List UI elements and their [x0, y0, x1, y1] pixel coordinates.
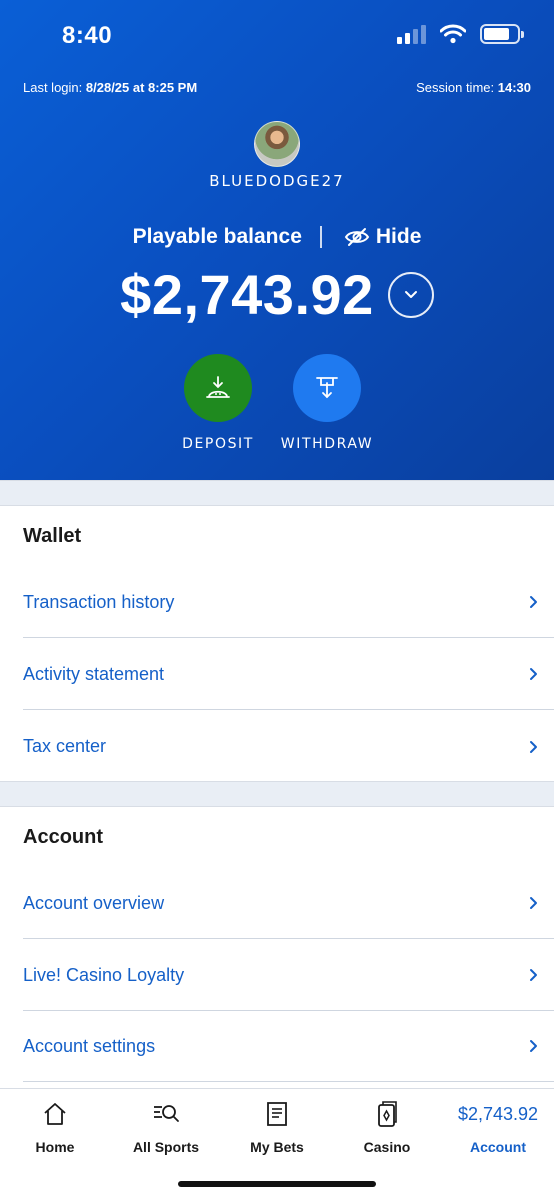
wifi-icon [440, 24, 466, 44]
tab-casino-label: Casino [363, 1139, 411, 1155]
tab-home[interactable]: Home [0, 1097, 110, 1155]
session-time-value: 14:30 [497, 80, 531, 95]
account-settings-label: Account settings [23, 1035, 156, 1056]
battery-icon [480, 24, 524, 44]
account-section-title: Account [23, 826, 103, 848]
activity-statement-label: Activity statement [23, 663, 165, 684]
hide-label: Hide [375, 225, 422, 248]
balance-label-row: Playable balance Hide [0, 225, 554, 249]
withdraw-label: WITHDRAW [280, 436, 374, 452]
withdraw-circle[interactable] [293, 354, 361, 422]
tab-account-label: Account [470, 1139, 526, 1155]
status-icons [397, 24, 524, 44]
home-icon [42, 1097, 68, 1131]
chevron-right-icon [514, 740, 554, 754]
deposit-icon [206, 376, 230, 398]
last-login-value: 8/28/25 at 8:25 PM [85, 80, 198, 95]
playing-cards-icon [375, 1097, 399, 1131]
username: BLUEDODGE27 [209, 172, 345, 190]
search-sports-icon [152, 1097, 180, 1131]
hide-balance-button[interactable]: Hide [344, 225, 422, 249]
tab-account-balance: $2,743.92 [457, 1103, 539, 1124]
balance-expand-button[interactable] [387, 271, 434, 318]
tab-all-sports[interactable]: All Sports [111, 1097, 221, 1155]
chevron-right-icon [514, 1039, 554, 1053]
transaction-history-label: Transaction history [23, 591, 175, 612]
chevron-right-icon [514, 667, 554, 681]
last-login: Last login: 8/28/25 at 8:25 PM [23, 80, 198, 95]
balance-amount-row: $2,743.92 [0, 262, 554, 327]
bet-slip-icon [265, 1097, 289, 1131]
deposit-label: DEPOSIT [182, 436, 254, 452]
account-overview-row[interactable]: Account overview [23, 868, 554, 939]
divider [319, 226, 322, 248]
tab-all-sports-label: All Sports [132, 1139, 200, 1155]
session-time: Session time: 14:30 [416, 80, 531, 95]
tax-center-row[interactable]: Tax center [23, 711, 554, 782]
account-header: 8:40 Last login: 8/28/25 at 8:25 PM Sess… [0, 0, 554, 480]
withdraw-button[interactable]: WITHDRAW [281, 354, 372, 452]
chevron-down-icon [404, 290, 417, 298]
avatar[interactable] [254, 121, 300, 167]
section-separator [0, 480, 554, 506]
chevron-right-icon [514, 595, 554, 609]
casino-loyalty-row[interactable]: Live! Casino Loyalty [23, 940, 554, 1011]
tab-my-bets-label: My Bets [250, 1139, 304, 1155]
balance-amount: $2,743.92 [120, 263, 374, 326]
tab-account[interactable]: $2,743.92 Account [443, 1097, 553, 1156]
tab-home-label: Home [35, 1139, 75, 1155]
status-time: 8:40 [62, 22, 113, 49]
activity-statement-row[interactable]: Activity statement [23, 639, 554, 710]
eye-off-icon [344, 228, 370, 246]
chevron-right-icon [514, 896, 554, 910]
deposit-button[interactable]: DEPOSIT [182, 354, 254, 452]
tax-center-label: Tax center [23, 736, 107, 756]
account-overview-label: Account overview [23, 892, 165, 913]
deposit-circle[interactable] [184, 354, 252, 422]
account-settings-row[interactable]: Account settings [23, 1011, 554, 1082]
wallet-section-title: Wallet [23, 525, 82, 547]
section-separator [0, 781, 554, 807]
cellular-signal-icon [397, 24, 426, 44]
tab-casino[interactable]: Casino [332, 1097, 442, 1155]
tab-my-bets[interactable]: My Bets [222, 1097, 332, 1155]
transaction-history-row[interactable]: Transaction history [23, 567, 554, 638]
home-indicator[interactable] [178, 1181, 376, 1187]
casino-loyalty-label: Live! Casino Loyalty [23, 964, 185, 985]
balance-label: Playable balance [132, 225, 302, 248]
chevron-right-icon [514, 968, 554, 982]
withdraw-icon [316, 377, 338, 399]
